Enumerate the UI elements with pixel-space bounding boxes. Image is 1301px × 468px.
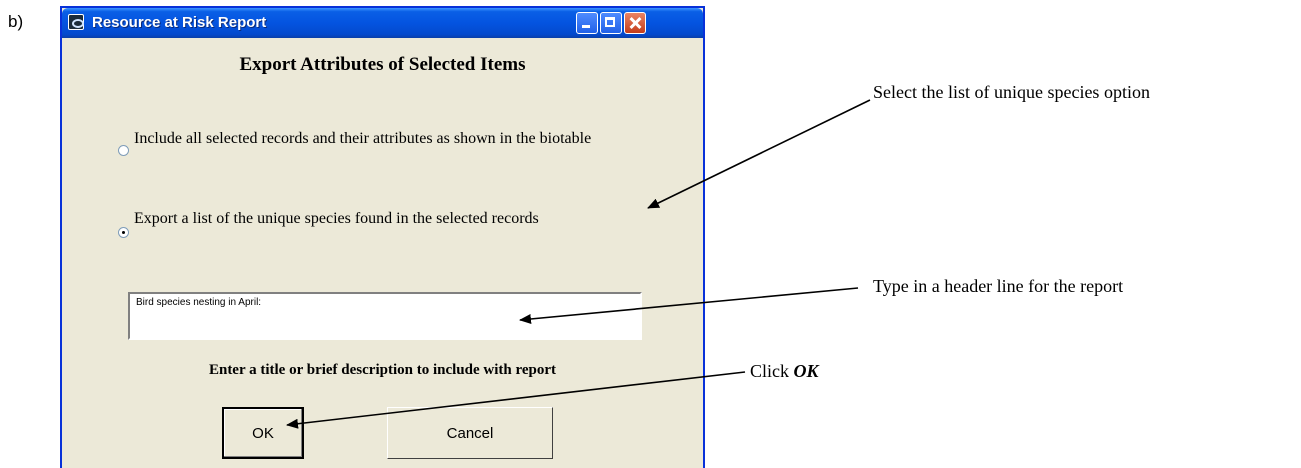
arrow-to-unique-species-option xyxy=(647,99,871,209)
annotation-arrows xyxy=(286,99,871,429)
arrow-to-ok-button xyxy=(286,371,746,429)
arrow-to-header-input xyxy=(519,287,859,324)
